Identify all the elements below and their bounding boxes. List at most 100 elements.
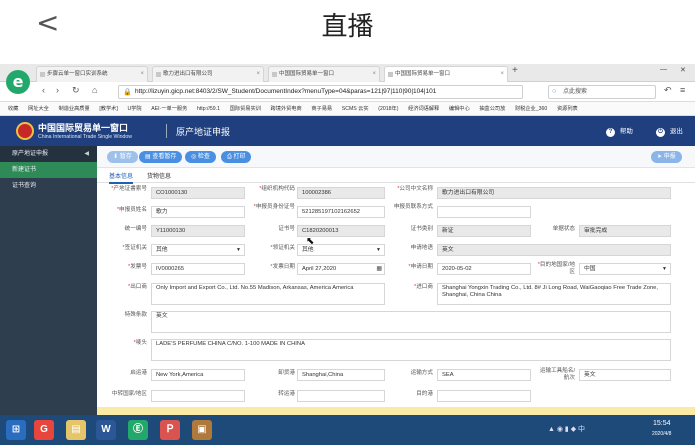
tab-label: 中国国际贸易单一窗口: [395, 71, 451, 77]
sidebar-section-label: 原产地证申报: [12, 151, 49, 157]
forward-icon[interactable]: ›: [56, 85, 59, 95]
menu-icon[interactable]: ≡: [680, 85, 685, 95]
sidebar-item-cert-query[interactable]: 证书查询: [0, 178, 97, 194]
close-icon[interactable]: ×: [372, 67, 376, 81]
exporter-field[interactable]: Only Import and Export Co., Ltd. No.55 M…: [151, 283, 385, 305]
applicant-field[interactable]: 歌力: [151, 206, 245, 218]
submit-button[interactable]: ➤ 申报: [651, 151, 682, 163]
bookmark-item[interactable]: http://59.1: [197, 102, 220, 115]
calendar-icon[interactable]: ▦: [376, 264, 382, 274]
bookmark-item[interactable]: (2018年): [378, 102, 398, 115]
tab-basic-info[interactable]: 基本信息: [109, 171, 134, 184]
chrome-icon[interactable]: G: [34, 420, 54, 440]
bookmark-item[interactable]: 商子易易: [311, 102, 332, 115]
applicant-label: *申报员姓名: [116, 207, 147, 213]
app-icon[interactable]: ▣: [192, 420, 212, 440]
vessel-field[interactable]: 英文: [579, 369, 671, 381]
applicant-contact-field[interactable]: [437, 206, 531, 218]
bookmark-item[interactable]: 编辑中心: [449, 102, 470, 115]
unload-port-label: 卸货港: [278, 370, 295, 376]
home-icon[interactable]: ⌂: [92, 85, 97, 95]
bookmark-item[interactable]: AEI·一单一服务: [151, 102, 187, 115]
search-input[interactable]: ○ 点此搜索: [548, 85, 656, 99]
importer-field[interactable]: Shanghai Yongxin Trading Co., Ltd. 8# Ji…: [437, 283, 671, 305]
bookmark-item[interactable]: SCMS 云实: [342, 102, 369, 115]
sidebar-item-label: 新建证书: [12, 167, 37, 173]
bookmark-item[interactable]: 跨境外贸电商: [271, 102, 302, 115]
view-draft-button[interactable]: ▤ 查看暂存: [139, 151, 183, 163]
bookmark-item[interactable]: U学院: [127, 102, 141, 115]
bookmark-item[interactable]: 资源列表: [557, 102, 578, 115]
bookmark-item[interactable]: 收藏: [8, 102, 18, 115]
close-icon[interactable]: ×: [500, 67, 504, 81]
transport-field[interactable]: SEA: [437, 369, 531, 381]
url-input[interactable]: 🔒 http://lizuyin.gicp.net:8403/2/SW_Stud…: [118, 85, 523, 99]
visa-org-select[interactable]: 其他 ▼: [151, 244, 245, 256]
view-draft-label: 查看暂存: [152, 154, 177, 160]
single-window-logo-icon: [16, 122, 34, 140]
bookmark-item[interactable]: 经济词语解释: [408, 102, 439, 115]
org-code-label: *组织机构代码: [259, 186, 295, 192]
bookmark-item[interactable]: 抽盒公司放: [479, 102, 505, 115]
close-icon[interactable]: ×: [140, 67, 144, 81]
favicon-icon: [388, 72, 393, 77]
caret-down-icon: ▼: [236, 247, 241, 253]
company-cn-label: *公司中文名称: [397, 186, 433, 192]
start-port-field[interactable]: New York,America: [151, 369, 245, 381]
bookmark-item[interactable]: [教学术]: [99, 102, 117, 115]
minimize-icon[interactable]: —: [660, 66, 667, 73]
close-window-icon[interactable]: ✕: [680, 66, 686, 74]
apply-date-field[interactable]: 2020-05-02: [437, 263, 531, 275]
word-icon[interactable]: W: [96, 420, 116, 440]
importer-label: *进口商: [414, 284, 433, 290]
marks-field[interactable]: LADE'S PERFUME CHINA C/NO. 1-100 MADE IN…: [151, 339, 671, 361]
tab-bar: 步骤云单一窗口实训系统 × 歌力进出口有限公司 × 中国国际贸易单一窗口 × 中…: [0, 64, 695, 82]
favicon-icon: [272, 72, 277, 77]
bookmark-item[interactable]: 国际贸易实训: [230, 102, 261, 115]
browser-tab-2[interactable]: 歌力进出口有限公司 ×: [152, 66, 264, 82]
unload-port-field[interactable]: Shanghai,China: [297, 369, 385, 381]
browser-tab-3[interactable]: 中国国际贸易单一窗口 ×: [268, 66, 380, 82]
sidebar-section-origin-cert[interactable]: 原产地证申报 ◀: [0, 146, 97, 162]
invoice-no-field[interactable]: IV0000265: [151, 263, 245, 275]
tab-goods-info[interactable]: 货物信息: [147, 171, 171, 182]
pdf-icon[interactable]: Ｐ: [160, 420, 180, 440]
sidebar: 原产地证申报 ◀ 新建证书 证书查询: [0, 146, 97, 415]
close-icon[interactable]: ×: [256, 67, 260, 81]
start-icon[interactable]: ⊞: [6, 420, 26, 440]
refresh-icon[interactable]: ↻: [72, 85, 80, 96]
dest-value: 中国: [584, 266, 596, 272]
dest-select[interactable]: 中国 ▼: [579, 263, 671, 275]
transit-port-field[interactable]: [297, 390, 385, 402]
browser-tab-4[interactable]: 中国国际贸易单一窗口 ×: [384, 66, 508, 82]
clock-time: 15:54: [652, 420, 671, 427]
logo-title-en: China International Trade Single Window: [38, 134, 133, 140]
status-field: 审批完成: [579, 225, 671, 237]
destination-port-field[interactable]: [437, 390, 531, 402]
bookmark-item[interactable]: 财税企业_360: [515, 102, 547, 115]
browser-app-icon[interactable]: Ⓔ: [128, 420, 148, 440]
invoice-date-field[interactable]: April 27,2020 ▦: [297, 263, 385, 275]
save-draft-button[interactable]: ⬇ 暂存: [107, 151, 138, 163]
transit-field[interactable]: [151, 390, 245, 402]
folder-icon[interactable]: ▤: [66, 420, 86, 440]
browser-tab-1[interactable]: 步骤云单一窗口实训系统 ×: [36, 66, 148, 82]
new-tab-button[interactable]: +: [512, 65, 518, 76]
sidebar-item-new-cert[interactable]: 新建证书: [0, 162, 97, 178]
back-icon[interactable]: ‹: [42, 85, 45, 95]
save-draft-label: 暂存: [119, 154, 132, 160]
clock[interactable]: 15:54 2020/4/8: [652, 419, 671, 439]
applicant-cert-field[interactable]: 521285197102162652: [297, 206, 385, 218]
logout-button[interactable]: ⏻ 退出: [656, 125, 683, 137]
invoice-date-label: *发票日期: [270, 264, 295, 270]
print-button[interactable]: ⎙ 打印: [221, 151, 252, 163]
special-field[interactable]: 英文: [151, 311, 671, 333]
caret-down-icon: ▼: [376, 247, 381, 253]
system-tray[interactable]: ▲ ◉ ▮ ◆ 中: [548, 424, 585, 434]
destination-port-label: 目的港: [416, 391, 433, 397]
undo-icon[interactable]: ↶: [664, 85, 672, 96]
bookmark-item[interactable]: 制造业高质量: [59, 102, 90, 115]
bookmark-item[interactable]: 网址大全: [28, 102, 49, 115]
check-button[interactable]: ◎ 检查: [185, 151, 216, 163]
help-button[interactable]: ? 帮助: [606, 125, 633, 137]
